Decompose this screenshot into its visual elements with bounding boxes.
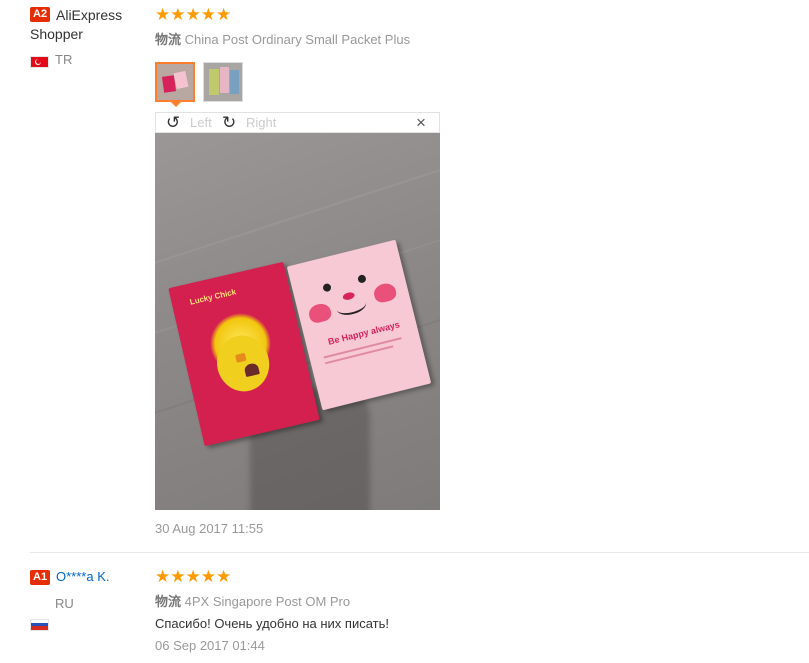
review-photo-thumbnail-2[interactable]: [203, 62, 243, 102]
shipping-label: 物流: [155, 594, 182, 609]
flag-ru-icon: [30, 618, 49, 631]
flag-tr-icon: [30, 55, 49, 68]
review-photo-thumbnail-1[interactable]: [155, 62, 195, 102]
shipping-info: 物流 China Post Ordinary Small Packet Plus: [155, 29, 410, 48]
red-memo-title: Lucky Chick: [188, 287, 237, 307]
buyer-name-link[interactable]: O****a K.: [56, 569, 109, 584]
shipping-method: China Post Ordinary Small Packet Plus: [184, 32, 411, 47]
rating-stars: ★★★★★: [155, 567, 232, 586]
review-comment: Спасибо! Очень удобно на них писать!: [155, 616, 390, 631]
active-thumbnail-pointer: [170, 101, 182, 107]
image-viewer-toolbar: ↺ Left ↻ Right ×: [155, 112, 440, 133]
review-item: A2 AliExpress Shopper TR ★★★★★ 物流 China …: [0, 0, 809, 536]
review-photo-large: Lucky Chick Be Happy always: [155, 133, 440, 510]
rating-stars: ★★★★★: [155, 5, 232, 24]
buyer-name: AliExpress Shopper: [30, 7, 123, 42]
rotate-right-icon[interactable]: ↻: [222, 114, 236, 131]
shipping-label: 物流: [155, 32, 182, 47]
rotate-right-button[interactable]: Right: [246, 115, 276, 130]
shipping-info: 物流 4PX Singapore Post OM Pro: [155, 591, 350, 610]
buyer-country: TR: [55, 52, 73, 67]
buyer-level-badge: A1: [30, 570, 51, 585]
review-date: 30 Aug 2017 11:55: [155, 521, 264, 536]
buyer-country: RU: [55, 596, 74, 611]
pink-memo-title: Be Happy always: [326, 319, 401, 347]
review-date: 06 Sep 2017 01:44: [155, 638, 265, 653]
shipping-method: 4PX Singapore Post OM Pro: [184, 594, 351, 609]
review-divider: [30, 552, 809, 553]
rotate-left-button[interactable]: Left: [190, 115, 212, 130]
close-viewer-icon[interactable]: ×: [416, 113, 426, 132]
rotate-left-icon[interactable]: ↺: [166, 114, 180, 131]
